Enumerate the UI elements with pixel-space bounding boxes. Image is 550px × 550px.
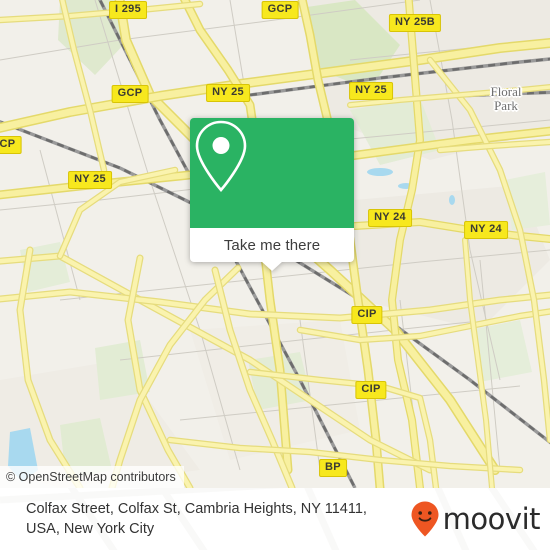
moovit-pin-icon xyxy=(411,501,439,537)
moovit-map-screenshot: .rc{fill:none;stroke:#e4d96a;stroke-line… xyxy=(0,0,550,550)
road-shield: CIP xyxy=(351,306,383,324)
road-shield: NY 25 xyxy=(68,171,112,189)
road-shield: GCP xyxy=(0,136,22,154)
road-shield: CIP xyxy=(355,381,387,399)
location-popup[interactable]: Take me there xyxy=(190,118,354,271)
road-shield: NY 25 xyxy=(349,82,393,100)
moovit-brand[interactable]: moovit xyxy=(410,500,541,538)
popup-pointer-tail xyxy=(261,261,283,271)
popup-header xyxy=(190,118,354,228)
road-shield: BP xyxy=(319,459,347,477)
popup-footer[interactable]: Take me there xyxy=(190,228,354,271)
footer-bar: Colfax Street, Colfax St, Cambria Height… xyxy=(0,488,550,550)
road-shield: GCP xyxy=(111,85,149,103)
osm-attribution[interactable]: © OpenStreetMap contributors xyxy=(0,466,184,488)
road-shield: NY 25 xyxy=(206,84,250,102)
moovit-wordmark: moovit xyxy=(442,501,541,536)
road-shield: I 295 xyxy=(109,1,147,19)
road-shield: NY 24 xyxy=(464,221,508,239)
map-pin-icon xyxy=(195,120,247,192)
road-shield: NY 24 xyxy=(368,209,412,227)
address-text: Colfax Street, Colfax St, Cambria Height… xyxy=(26,501,367,537)
take-me-there-label: Take me there xyxy=(223,236,321,254)
road-shield: GCP xyxy=(261,1,299,19)
map-canvas[interactable]: .rc{fill:none;stroke:#e4d96a;stroke-line… xyxy=(0,0,550,488)
road-shield: NY 25B xyxy=(388,14,442,32)
